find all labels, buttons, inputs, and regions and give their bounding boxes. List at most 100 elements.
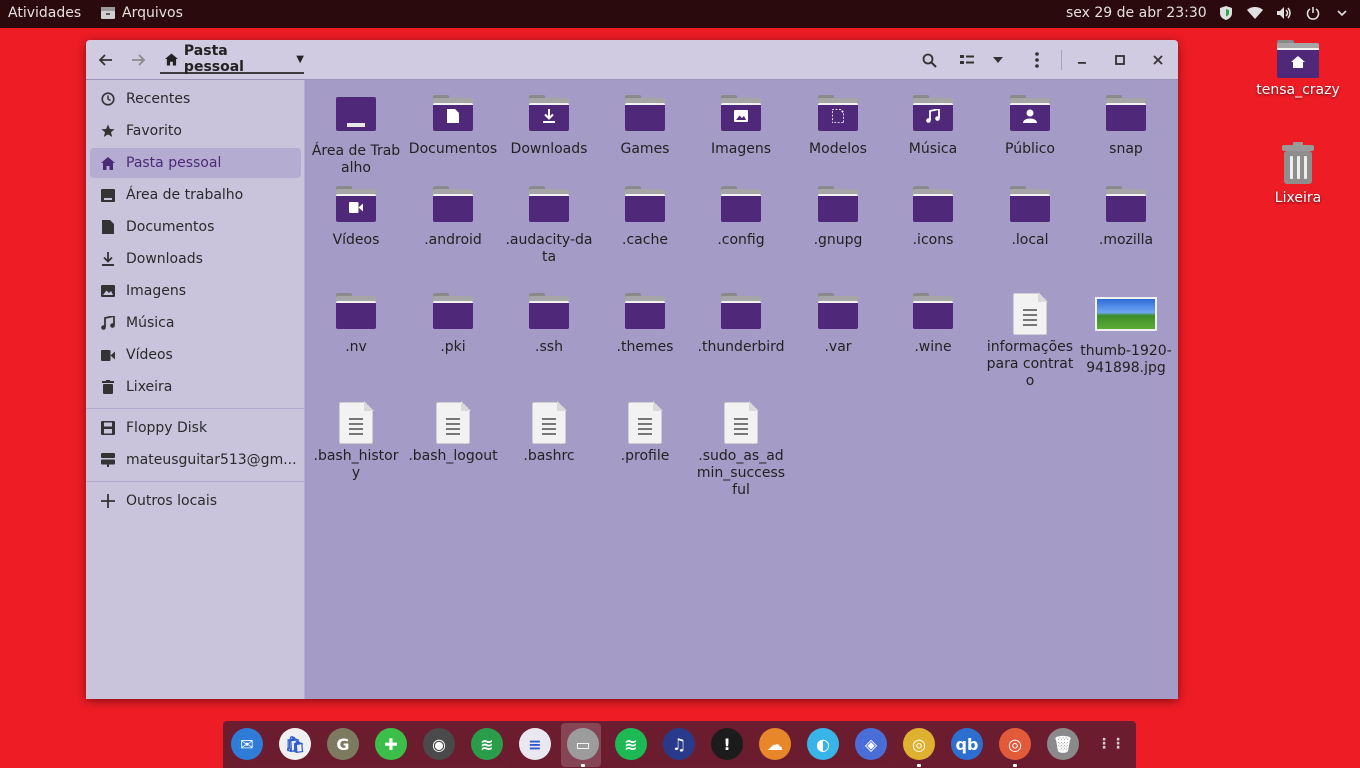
sidebar-item-label: Lixeira — [126, 379, 173, 395]
desktop-item-trash[interactable]: Lixeira — [1250, 142, 1346, 206]
menu-button[interactable] — [1024, 48, 1050, 72]
files-icon[interactable]: ▭ — [567, 728, 599, 760]
sidebar-item-imagens[interactable]: Imagens — [90, 276, 301, 306]
file-item-downloads[interactable]: Downloads — [501, 95, 597, 158]
desktop-item-label: Lixeira — [1274, 190, 1322, 206]
file-item-documentos[interactable]: Documentos — [405, 95, 501, 158]
sidebar-item-label: Recentes — [126, 91, 191, 107]
software-center-icon[interactable]: 🛍 — [279, 728, 311, 760]
chrome-icon[interactable]: ◎ — [903, 728, 935, 760]
file-item-label: .var — [824, 339, 852, 355]
spotify-icon[interactable]: ≋ — [615, 728, 647, 760]
file-item-label: .wine — [914, 339, 952, 355]
activities-button[interactable]: Atividades — [8, 5, 81, 21]
file-item-label: .themes — [616, 339, 674, 355]
list-view-button[interactable] — [954, 48, 980, 72]
cloud-app-icon[interactable]: ☁ — [759, 728, 791, 760]
clock[interactable]: sex 29 de abr 23:30 — [1066, 5, 1207, 21]
file-item-audacity-data[interactable]: .audacity-data — [501, 186, 597, 266]
search-button[interactable] — [916, 48, 942, 72]
file-item-gnupg[interactable]: .gnupg — [790, 186, 886, 249]
file-item-snap[interactable]: snap — [1078, 95, 1174, 158]
file-item-wine[interactable]: .wine — [885, 293, 981, 356]
path-bar-home[interactable]: Pasta pessoal ▼ — [160, 43, 304, 75]
trash-icon[interactable]: 🗑 — [1047, 728, 1079, 760]
file-item-thumb-1920-941898-jpg[interactable]: thumb-1920-941898.jpg — [1078, 293, 1174, 377]
sidebar-item-outros-locais[interactable]: Outros locais — [90, 486, 301, 516]
folder-icon — [790, 293, 886, 335]
maximize-button[interactable] — [1107, 48, 1133, 72]
file-item-cache[interactable]: .cache — [597, 186, 693, 249]
app-grid-icon[interactable]: ⋮⋮ — [1095, 728, 1127, 760]
file-item-mozilla[interactable]: .mozilla — [1078, 186, 1174, 249]
file-item-profile[interactable]: .profile — [597, 401, 693, 465]
file-item-pki[interactable]: .pki — [405, 293, 501, 356]
file-item-label: Modelos — [809, 141, 867, 157]
file-item-label: .pki — [440, 339, 466, 355]
file-item-imagens[interactable]: Imagens — [693, 95, 789, 158]
sidebar-item-downloads[interactable]: Downloads — [90, 244, 301, 274]
sidebar-item-floppy-disk[interactable]: Floppy Disk — [90, 413, 301, 443]
power-icon[interactable] — [1305, 4, 1321, 22]
sidebar-item-videos[interactable]: Vídeos — [90, 340, 301, 370]
waveform-app-icon[interactable]: ◈ — [855, 728, 887, 760]
sidebar-item-network-drive[interactable]: mateusguitar513@gm... — [90, 445, 301, 475]
sidebar-item-pasta-pessoal[interactable]: Pasta pessoal — [90, 148, 301, 178]
file-item-sudo-as-admin-successful[interactable]: .sudo_as_admin_successful — [693, 401, 789, 499]
file-item-icons[interactable]: .icons — [885, 186, 981, 249]
file-item-publico[interactable]: Público — [982, 95, 1078, 158]
text-editor-icon[interactable]: ≡ — [519, 728, 551, 760]
file-item-config[interactable]: .config — [693, 186, 789, 249]
desktop-item-home[interactable]: tensa_crazy — [1250, 40, 1346, 98]
file-item-modelos[interactable]: Modelos — [790, 95, 886, 158]
chevron-down-icon[interactable] — [1334, 4, 1350, 22]
audacity-icon[interactable]: ♫ — [663, 728, 695, 760]
file-item-games[interactable]: Games — [597, 95, 693, 158]
file-item-area-de-trabalho[interactable]: Área de Trabalho — [308, 95, 404, 177]
file-item-informacoes-para-contrato[interactable]: informações para contrato — [982, 292, 1078, 390]
extensions-icon[interactable]: ✚ — [375, 728, 407, 760]
sidebar-item-label: Outros locais — [126, 493, 218, 509]
file-item-local[interactable]: .local — [982, 186, 1078, 249]
file-item-android[interactable]: .android — [405, 186, 501, 249]
file-item-ssh[interactable]: .ssh — [501, 293, 597, 356]
sidebar-item-lixeira[interactable]: Lixeira — [90, 372, 301, 402]
chromium-icon[interactable]: ◎ — [999, 728, 1031, 760]
minimize-button[interactable] — [1069, 48, 1095, 72]
file-item-nv[interactable]: .nv — [308, 293, 404, 356]
disk-usage-icon[interactable]: ◉ — [423, 728, 455, 760]
sidebar-item-recentes[interactable]: Recentes — [90, 84, 301, 114]
file-item-musica[interactable]: Música — [885, 95, 981, 158]
sidebar-item-documentos[interactable]: Documentos — [90, 212, 301, 242]
folder-icon — [405, 95, 501, 137]
prism-app-icon[interactable]: ◐ — [807, 728, 839, 760]
shield-icon[interactable] — [1218, 4, 1234, 22]
system-monitor-icon[interactable]: ≋ — [471, 728, 503, 760]
running-indicator — [581, 764, 585, 767]
file-item-bash-logout[interactable]: .bash_logout — [405, 401, 501, 465]
sidebar-item-musica[interactable]: Música — [90, 308, 301, 338]
system-tray[interactable] — [1218, 4, 1350, 22]
view-options-button[interactable] — [985, 48, 1011, 72]
sidebar-item-label: Imagens — [126, 283, 187, 299]
thunderbird-icon[interactable]: ✉ — [231, 728, 263, 760]
back-button[interactable] — [93, 48, 119, 72]
gimp-icon[interactable]: G — [327, 728, 359, 760]
game-launcher-icon[interactable]: ! — [711, 728, 743, 760]
file-item-themes[interactable]: .themes — [597, 293, 693, 356]
qbittorrent-icon[interactable]: qb — [951, 728, 983, 760]
forward-button[interactable] — [125, 48, 151, 72]
floppy-icon — [100, 420, 116, 436]
volume-icon[interactable] — [1276, 4, 1292, 22]
sidebar-item-area-de-trabalho[interactable]: Área de trabalho — [90, 180, 301, 210]
wifi-icon[interactable] — [1247, 4, 1263, 22]
file-item-thunderbird[interactable]: .thunderbird — [693, 293, 789, 356]
file-item-bash-history[interactable]: .bash_history — [308, 401, 404, 482]
file-item-bashrc[interactable]: .bashrc — [501, 401, 597, 465]
file-item-var[interactable]: .var — [790, 293, 886, 356]
sidebar-item-favorito[interactable]: Favorito — [90, 116, 301, 146]
app-menu[interactable]: Arquivos — [100, 5, 183, 21]
file-item-videos[interactable]: Vídeos — [308, 186, 404, 249]
close-button[interactable] — [1145, 48, 1171, 72]
folder-icon — [885, 95, 981, 137]
